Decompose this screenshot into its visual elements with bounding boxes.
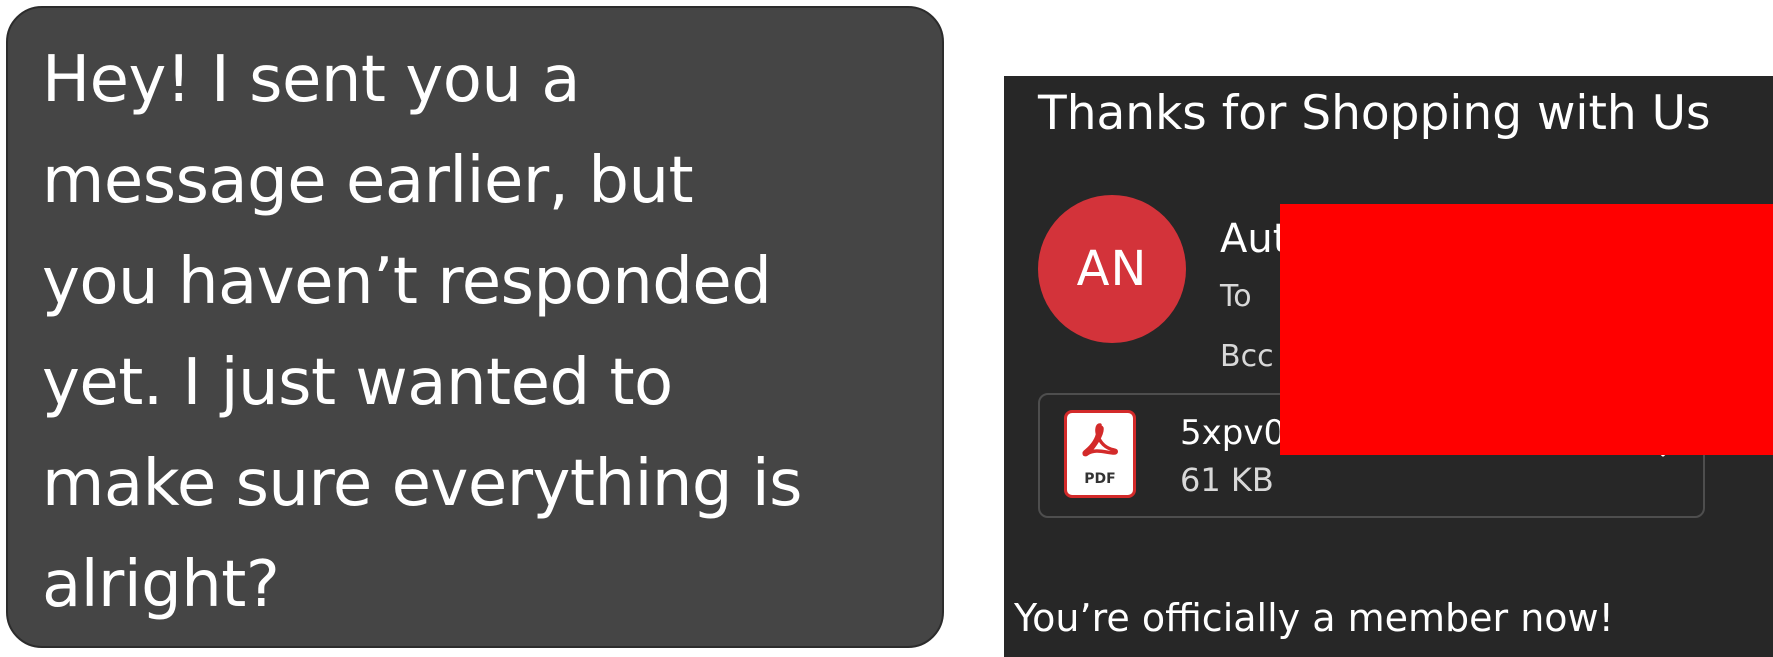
- chat-message-line: yet. I just wanted to: [42, 346, 673, 420]
- email-panel: Thanks for Shopping with Us AN Aut To Bc…: [1004, 76, 1773, 657]
- email-subject: Thanks for Shopping with Us: [1038, 86, 1711, 141]
- chat-message-text: Hey! I sent you a message earlier, but y…: [42, 30, 803, 636]
- to-label: To: [1220, 279, 1252, 314]
- screenshot-canvas: Hey! I sent you a message earlier, but y…: [0, 0, 1773, 657]
- attachment-file-name: 5xpv0: [1180, 413, 1286, 453]
- acrobat-icon: [1082, 423, 1118, 457]
- chat-message-bubble: Hey! I sent you a message earlier, but y…: [6, 6, 944, 648]
- chat-message-line: Hey! I sent you a: [42, 43, 580, 117]
- email-body-text: You’re officially a member now!: [1014, 596, 1614, 640]
- attachment-file-size: 61 KB: [1180, 461, 1274, 499]
- redaction-block: [1280, 204, 1773, 455]
- pdf-icon-label: PDF: [1084, 471, 1116, 487]
- sender-name[interactable]: Aut: [1220, 216, 1288, 262]
- chat-message-line: message earlier, but: [42, 144, 694, 218]
- chat-message-line: make sure everything is: [42, 447, 803, 521]
- sender-avatar[interactable]: AN: [1038, 195, 1186, 343]
- pdf-file-icon: PDF: [1064, 410, 1136, 498]
- chat-message-line: alright?: [42, 548, 280, 622]
- chat-message-line: you haven’t responded: [42, 245, 772, 319]
- bcc-label: Bcc: [1220, 339, 1274, 374]
